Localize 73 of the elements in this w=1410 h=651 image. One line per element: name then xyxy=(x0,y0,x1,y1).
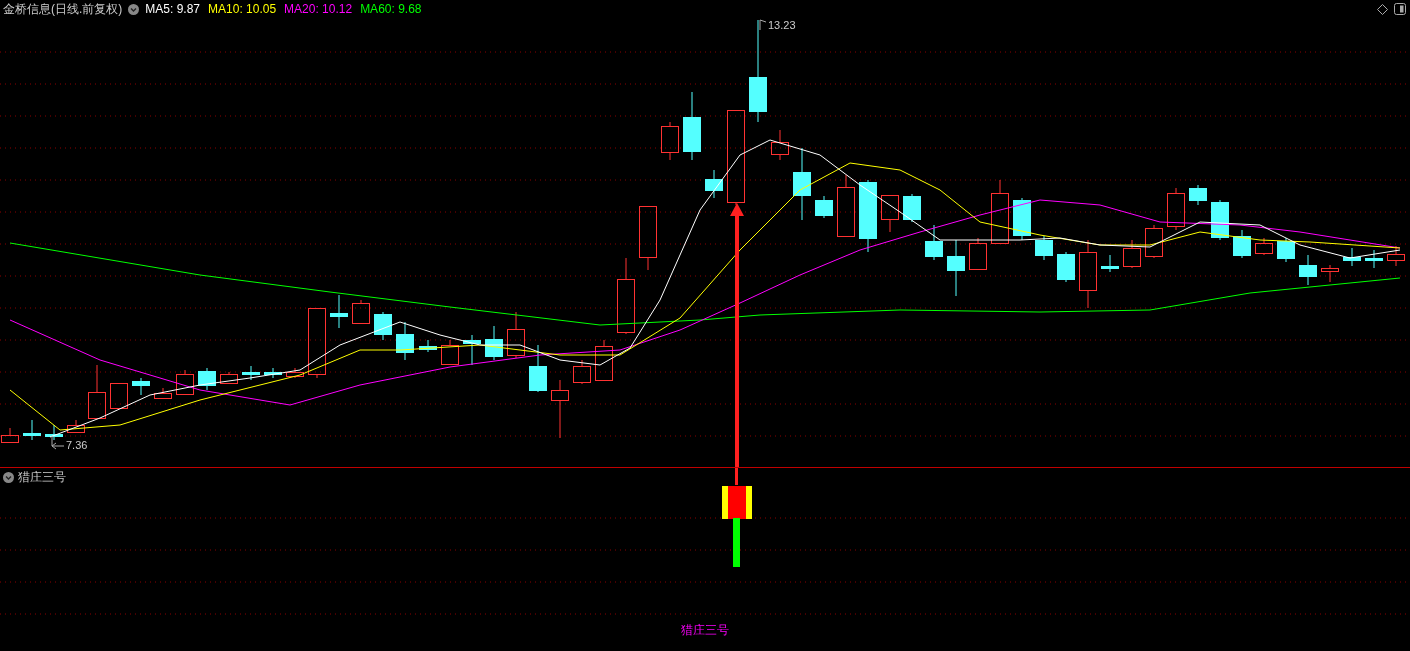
leader-line xyxy=(51,435,65,450)
leader-line xyxy=(759,19,767,31)
candlestick xyxy=(1101,254,1119,273)
ma-value: MA10: 10.05 xyxy=(208,2,277,16)
candlestick xyxy=(1035,235,1053,261)
candlestick xyxy=(1,427,19,443)
ma-value: MA5: 9.87 xyxy=(145,2,201,16)
diamond-icon[interactable] xyxy=(1377,3,1388,15)
candlestick xyxy=(154,387,172,399)
candlestick xyxy=(1387,245,1405,267)
candlestick xyxy=(1123,239,1141,269)
candlestick xyxy=(595,339,613,381)
candlestick xyxy=(903,193,921,223)
candlestick xyxy=(661,121,679,161)
candlestick xyxy=(507,311,525,359)
candlestick xyxy=(308,307,326,379)
candlestick xyxy=(529,344,547,393)
indicator-title: 猎庄三号 xyxy=(18,469,66,486)
ma-value: MA60: 9.68 xyxy=(360,2,422,16)
panel-toggle-icon[interactable] xyxy=(1394,3,1406,15)
candlestick xyxy=(683,91,701,161)
indicator-caption: 猎庄三号 xyxy=(681,622,729,639)
stock-title: 金桥信息(日线.前复权) xyxy=(3,0,123,18)
candlestick xyxy=(264,367,282,379)
candlestick xyxy=(242,365,260,381)
candlestick xyxy=(551,379,569,439)
candlestick xyxy=(419,339,437,353)
candlestick xyxy=(220,371,238,384)
candlestick xyxy=(286,367,304,379)
candlestick xyxy=(771,129,789,161)
candlestick xyxy=(485,325,503,361)
candlestick xyxy=(396,321,414,361)
ma-value: MA20: 10.12 xyxy=(284,2,353,16)
candlestick xyxy=(1343,247,1361,267)
candlestick xyxy=(991,179,1009,244)
candlestick xyxy=(815,195,833,219)
candlestick xyxy=(639,205,657,271)
candlestick xyxy=(1233,229,1251,259)
dropdown-icon[interactable] xyxy=(128,3,140,15)
candlestick xyxy=(23,419,41,441)
candlestick xyxy=(837,174,855,237)
candlestick xyxy=(1299,254,1317,286)
candlestick xyxy=(45,424,63,441)
candlestick xyxy=(176,369,194,395)
candlestick xyxy=(705,169,723,199)
candlestick xyxy=(374,311,392,341)
candlestick xyxy=(1321,264,1339,283)
candlestick xyxy=(1057,251,1075,283)
price-label: 13.23 xyxy=(768,19,796,31)
candlestick xyxy=(1365,249,1383,269)
candlestick xyxy=(1167,187,1185,231)
candlestick xyxy=(1255,237,1273,256)
candlestick xyxy=(352,299,370,324)
candlestick xyxy=(198,367,216,391)
dropdown-icon[interactable] xyxy=(3,472,14,483)
candlestick xyxy=(67,419,85,433)
price-label: 7.36 xyxy=(66,439,88,451)
candlestick xyxy=(463,334,481,366)
candlestick xyxy=(441,339,459,365)
candlestick xyxy=(1145,224,1163,259)
candlestick xyxy=(969,237,987,271)
candlestick xyxy=(1079,239,1097,309)
candlestick xyxy=(88,364,106,419)
candlestick xyxy=(1013,197,1031,241)
candlestick xyxy=(110,382,128,409)
candlestick xyxy=(330,294,348,329)
candlestick xyxy=(947,239,965,297)
candlestick xyxy=(1277,237,1295,263)
candlestick xyxy=(1189,184,1207,206)
candlestick xyxy=(132,377,150,396)
candlestick xyxy=(925,224,943,261)
candlestick xyxy=(881,194,899,233)
candlestick xyxy=(573,359,591,385)
